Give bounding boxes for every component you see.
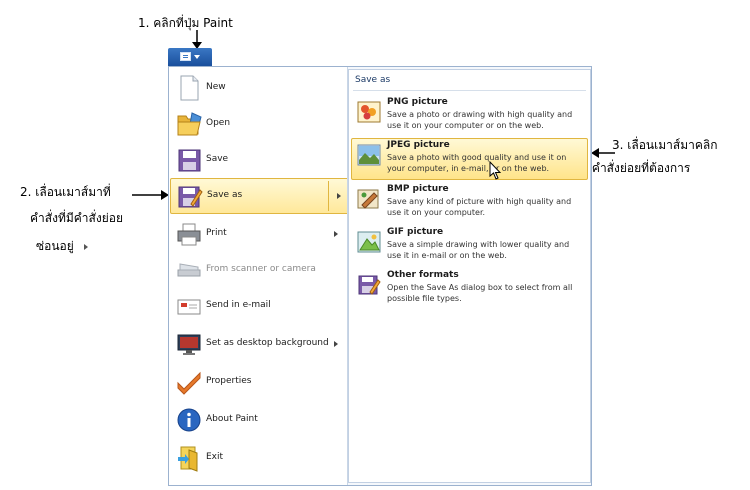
png-image-icon bbox=[357, 101, 381, 123]
format-description: Save any kind of picture with high quali… bbox=[387, 197, 572, 217]
menu-left-pane: New Open Save Save as Print From scanner… bbox=[169, 67, 350, 485]
menu-item-new[interactable]: New bbox=[169, 70, 347, 108]
floppy-disk-icon bbox=[178, 149, 201, 172]
menu-item-label: From scanner or camera bbox=[206, 264, 316, 274]
other-formats-icon bbox=[358, 275, 381, 295]
menu-item-label: Save as bbox=[207, 190, 243, 200]
menu-item-label: Exit bbox=[206, 452, 224, 462]
jpeg-image-icon bbox=[357, 144, 381, 166]
annotation-step2-line1: 2. เลื่อนเมาส์มาที่ bbox=[20, 185, 111, 199]
bmp-image-icon bbox=[357, 189, 379, 209]
mouse-cursor-icon bbox=[489, 161, 502, 180]
menu-item-label: New bbox=[206, 82, 226, 92]
format-title: GIF picture bbox=[387, 227, 444, 237]
submenu-header: Save as bbox=[355, 75, 391, 85]
format-title: Other formats bbox=[387, 270, 459, 280]
format-title: BMP picture bbox=[387, 184, 449, 194]
printer-icon bbox=[177, 223, 201, 246]
menu-item-open[interactable]: Open bbox=[169, 106, 347, 144]
save-as-gif[interactable]: GIF picture Save a simple drawing with l… bbox=[351, 225, 588, 267]
save-as-other-formats[interactable]: Other formats Open the Save As dialog bo… bbox=[351, 268, 588, 310]
arrow-left-icon bbox=[591, 148, 615, 158]
save-as-icon bbox=[178, 186, 203, 208]
menu-item-label: Send in e-mail bbox=[206, 300, 271, 310]
annotation-step3-line2: ที่คำสั่งย่อยที่ต้องการ bbox=[584, 161, 691, 175]
save-as-png[interactable]: PNG picture Save a photo or drawing with… bbox=[351, 95, 588, 137]
menu-item-set-desktop-background[interactable]: Set as desktop background bbox=[169, 326, 347, 364]
submenu-arrow-icon[interactable] bbox=[334, 231, 338, 237]
email-icon bbox=[177, 299, 201, 315]
split-divider bbox=[328, 181, 329, 211]
menu-item-label: Set as desktop background bbox=[206, 338, 329, 348]
menu-item-properties[interactable]: Properties bbox=[169, 364, 347, 402]
menu-item-send-email[interactable]: Send in e-mail bbox=[169, 288, 347, 326]
arrow-down-icon bbox=[192, 30, 202, 49]
menu-item-from-scanner: From scanner or camera bbox=[169, 252, 347, 290]
checkmark-icon bbox=[177, 371, 201, 395]
format-description: Open the Save As dialog box to select fr… bbox=[387, 283, 573, 303]
menu-item-label: About Paint bbox=[206, 414, 258, 424]
paint-menu-button[interactable] bbox=[168, 48, 212, 66]
menu-item-label: Open bbox=[206, 118, 231, 128]
menu-item-save-as[interactable]: Save as bbox=[170, 178, 350, 214]
format-description: Save a simple drawing with lower quality… bbox=[387, 240, 570, 260]
submenu-arrow-icon[interactable] bbox=[334, 341, 338, 347]
format-description: Save a photo with good quality and use i… bbox=[387, 153, 567, 173]
menu-item-label: Properties bbox=[206, 376, 252, 386]
paint-menu-icon bbox=[180, 52, 191, 61]
annotation-step1: 1. คลิกที่ปุ่ม Paint bbox=[138, 16, 233, 30]
monitor-icon bbox=[177, 334, 201, 355]
submenu-arrow-sample-icon bbox=[83, 244, 88, 250]
menu-item-exit[interactable]: Exit bbox=[169, 440, 347, 478]
annotation-step3-line1: 3. เลื่อนเมาส์มาคลิก bbox=[612, 138, 718, 152]
annotation-step2-line2: คำสั่งที่มีคำสั่งย่อย bbox=[30, 211, 123, 225]
open-folder-icon bbox=[177, 112, 202, 136]
save-as-bmp[interactable]: BMP picture Save any kind of picture wit… bbox=[351, 182, 588, 224]
arrow-right-icon bbox=[132, 190, 169, 200]
scanner-icon bbox=[177, 263, 201, 277]
menu-item-label: Print bbox=[206, 228, 227, 238]
format-title: PNG picture bbox=[387, 97, 448, 107]
format-description: Save a photo or drawing with high qualit… bbox=[387, 110, 573, 130]
menu-item-print[interactable]: Print bbox=[169, 216, 347, 254]
menu-item-save[interactable]: Save bbox=[169, 142, 347, 180]
new-document-icon bbox=[180, 75, 199, 101]
exit-icon bbox=[178, 446, 198, 472]
chevron-down-icon bbox=[194, 55, 200, 59]
menu-item-about-paint[interactable]: About Paint bbox=[169, 402, 347, 440]
submenu-arrow-icon[interactable] bbox=[337, 193, 341, 199]
save-as-jpeg[interactable]: JPEG picture Save a photo with good qual… bbox=[351, 138, 588, 180]
gif-image-icon bbox=[357, 231, 381, 253]
submenu-header-divider bbox=[353, 90, 586, 91]
menu-item-label: Save bbox=[206, 154, 229, 164]
annotation-step2-line3-text: ซ่อนอยู่ bbox=[36, 239, 74, 253]
save-as-submenu: Save as PNG picture Save a photo or draw… bbox=[348, 69, 591, 483]
format-title: JPEG picture bbox=[387, 140, 450, 150]
info-icon bbox=[177, 408, 201, 432]
annotation-step2-line3: ซ่อนอยู่ bbox=[36, 237, 88, 255]
paint-app-menu: New Open Save Save as Print From scanner… bbox=[168, 66, 592, 486]
